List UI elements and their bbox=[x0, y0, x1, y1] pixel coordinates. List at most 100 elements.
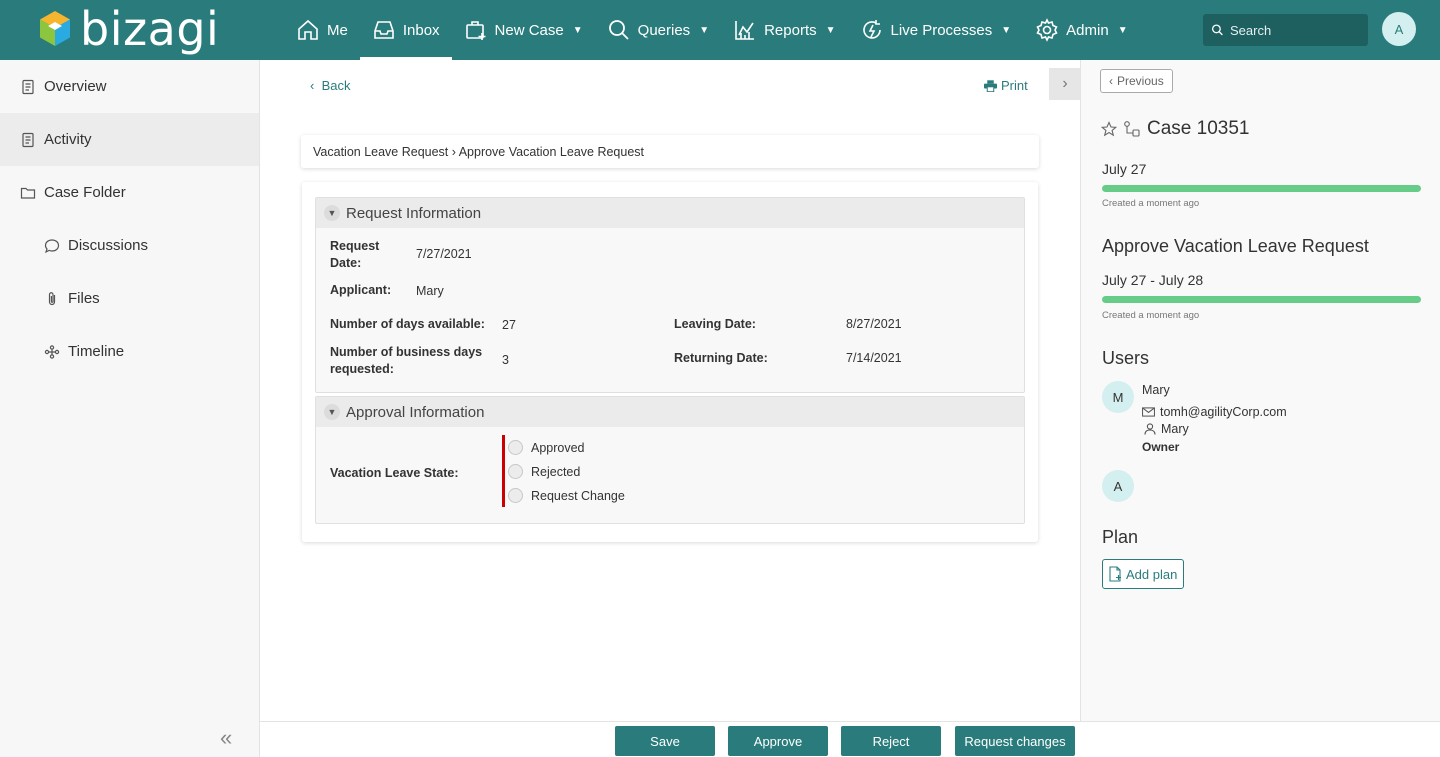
task-created-text: Created a moment ago bbox=[1102, 310, 1200, 321]
nav-reports[interactable]: Reports ▼ bbox=[721, 0, 847, 60]
search-input[interactable] bbox=[1230, 22, 1360, 38]
request-changes-button[interactable]: Request changes bbox=[955, 726, 1075, 756]
request-date-label-line2: Date: bbox=[330, 256, 362, 270]
user-avatar[interactable]: A bbox=[1382, 12, 1416, 46]
sidebar-item-activity[interactable]: Activity bbox=[0, 113, 259, 166]
person-icon bbox=[1144, 423, 1156, 435]
search-icon bbox=[608, 20, 629, 40]
task-title: Approve Vacation Leave Request bbox=[1102, 236, 1369, 256]
case-number: Case 10351 bbox=[1147, 118, 1250, 139]
case-details-panel: ‹ Previous Case 10351 July 27 Created a … bbox=[1080, 60, 1440, 721]
users-heading: Users bbox=[1102, 348, 1150, 368]
main-nav: Me Inbox New Case ▼ Queries ▼ Reports ▼ … bbox=[284, 0, 1140, 60]
nav-queries[interactable]: Queries ▼ bbox=[595, 0, 721, 60]
add-document-icon bbox=[1109, 566, 1121, 582]
radio-circle[interactable] bbox=[508, 440, 523, 455]
case-date: July 27 bbox=[1102, 161, 1147, 177]
returning-date-label: Returning Date: bbox=[674, 351, 768, 365]
sidebar-item-label: Overview bbox=[44, 78, 107, 95]
returning-date-value: 7/14/2021 bbox=[846, 351, 902, 365]
top-bar: bizagi Me Inbox New Case ▼ Queries ▼ Rep… bbox=[0, 0, 1440, 60]
radio-circle[interactable] bbox=[508, 464, 523, 479]
save-button[interactable]: Save bbox=[615, 726, 715, 756]
main-content: ‹ Back Print › Vacation Leave Request › … bbox=[260, 60, 1081, 721]
sidebar-item-timeline[interactable]: Timeline bbox=[0, 325, 259, 378]
radio-approved[interactable]: Approved bbox=[508, 440, 585, 455]
collapse-sidebar-icon[interactable]: « bbox=[220, 725, 232, 751]
chevron-down-icon: ▼ bbox=[1117, 24, 1128, 36]
user-role: Owner bbox=[1142, 440, 1180, 454]
radio-label: Request Change bbox=[531, 488, 625, 503]
radio-request-change[interactable]: Request Change bbox=[508, 488, 625, 503]
approve-button[interactable]: Approve bbox=[728, 726, 828, 756]
nav-live-processes-label: Live Processes bbox=[890, 21, 993, 39]
previous-button[interactable]: ‹ Previous bbox=[1100, 69, 1173, 93]
envelope-icon bbox=[1142, 407, 1155, 417]
vacation-leave-state-label: Vacation Leave State: bbox=[330, 466, 459, 480]
search-icon bbox=[1211, 24, 1223, 36]
case-sidebar: Overview Activity Case Folder Discussion… bbox=[0, 60, 260, 757]
sidebar-item-files[interactable]: Files bbox=[0, 272, 259, 325]
radio-rejected[interactable]: Rejected bbox=[508, 464, 580, 479]
sidebar-item-label: Activity bbox=[44, 131, 92, 148]
user-name: Mary bbox=[1142, 383, 1170, 397]
reject-button[interactable]: Reject bbox=[841, 726, 941, 756]
request-information-header[interactable]: ▼ Request Information bbox=[316, 198, 1024, 228]
nav-inbox[interactable]: Inbox bbox=[359, 0, 452, 60]
chevron-down-icon: ▼ bbox=[1001, 24, 1012, 36]
nav-me[interactable]: Me bbox=[284, 0, 360, 60]
case-created-text: Created a moment ago bbox=[1102, 198, 1200, 209]
request-date-value: 7/27/2021 bbox=[416, 247, 472, 261]
paperclip-icon bbox=[48, 291, 56, 305]
nav-admin[interactable]: Admin ▼ bbox=[1023, 0, 1139, 60]
nav-live-processes[interactable]: Live Processes ▼ bbox=[848, 0, 1024, 60]
chevron-down-icon: ▼ bbox=[572, 24, 583, 36]
sidebar-item-discussions[interactable]: Discussions bbox=[0, 219, 259, 272]
sidebar-item-overview[interactable]: Overview bbox=[0, 60, 259, 113]
sidebar-item-label: Discussions bbox=[68, 237, 149, 254]
gear-icon bbox=[1036, 18, 1058, 42]
document-icon bbox=[22, 132, 34, 147]
user-avatar[interactable]: A bbox=[1102, 470, 1134, 502]
star-icon[interactable] bbox=[1101, 121, 1117, 137]
live-processes-icon bbox=[862, 20, 881, 39]
home-icon bbox=[298, 19, 318, 40]
radio-label: Rejected bbox=[531, 464, 581, 479]
print-label: Print bbox=[1001, 78, 1028, 93]
radio-circle[interactable] bbox=[508, 488, 523, 503]
toggle-right-panel-button[interactable]: › bbox=[1049, 68, 1081, 100]
process-icon bbox=[1124, 121, 1140, 137]
user-avatar[interactable]: M bbox=[1102, 381, 1134, 413]
user-display-name: Mary bbox=[1144, 422, 1189, 436]
action-bar: Save Approve Reject Request changes bbox=[260, 721, 1440, 757]
user-email-text: tomh@agilityCorp.com bbox=[1160, 405, 1287, 419]
nav-new-case[interactable]: New Case ▼ bbox=[452, 0, 595, 60]
request-date-label-line1: Request bbox=[330, 239, 380, 253]
plan-heading: Plan bbox=[1102, 527, 1139, 547]
back-link[interactable]: ‹ Back bbox=[310, 78, 350, 93]
timeline-icon bbox=[44, 344, 60, 359]
nav-inbox-label: Inbox bbox=[402, 21, 440, 39]
case-progress-bar bbox=[1102, 185, 1421, 192]
chevron-left-icon: ‹ bbox=[1109, 74, 1113, 88]
bizagi-logo[interactable]: bizagi bbox=[38, 6, 219, 52]
new-case-icon bbox=[465, 21, 486, 40]
print-button[interactable]: Print bbox=[984, 78, 1028, 93]
previous-label: Previous bbox=[1117, 74, 1164, 88]
chevron-left-icon: ‹ bbox=[310, 78, 315, 93]
task-progress-bar bbox=[1102, 296, 1421, 303]
breadcrumb: Vacation Leave Request › Approve Vacatio… bbox=[301, 135, 1039, 168]
user-email: tomh@agilityCorp.com bbox=[1142, 405, 1287, 419]
chat-bubble-icon bbox=[44, 238, 60, 253]
back-label: Back bbox=[321, 78, 351, 93]
business-days-label-line2: requested: bbox=[330, 362, 394, 376]
sidebar-item-label: Case Folder bbox=[44, 184, 126, 201]
inbox-icon bbox=[374, 21, 394, 39]
approval-information-header[interactable]: ▼ Approval Information bbox=[316, 397, 1024, 427]
sidebar-item-label: Timeline bbox=[68, 343, 125, 360]
sidebar-item-label: Files bbox=[68, 290, 100, 307]
bizagi-logo-icon bbox=[40, 11, 70, 46]
sidebar-item-case-folder[interactable]: Case Folder bbox=[0, 166, 259, 219]
add-plan-button[interactable]: Add plan bbox=[1102, 559, 1185, 589]
nav-new-case-label: New Case bbox=[494, 21, 564, 39]
